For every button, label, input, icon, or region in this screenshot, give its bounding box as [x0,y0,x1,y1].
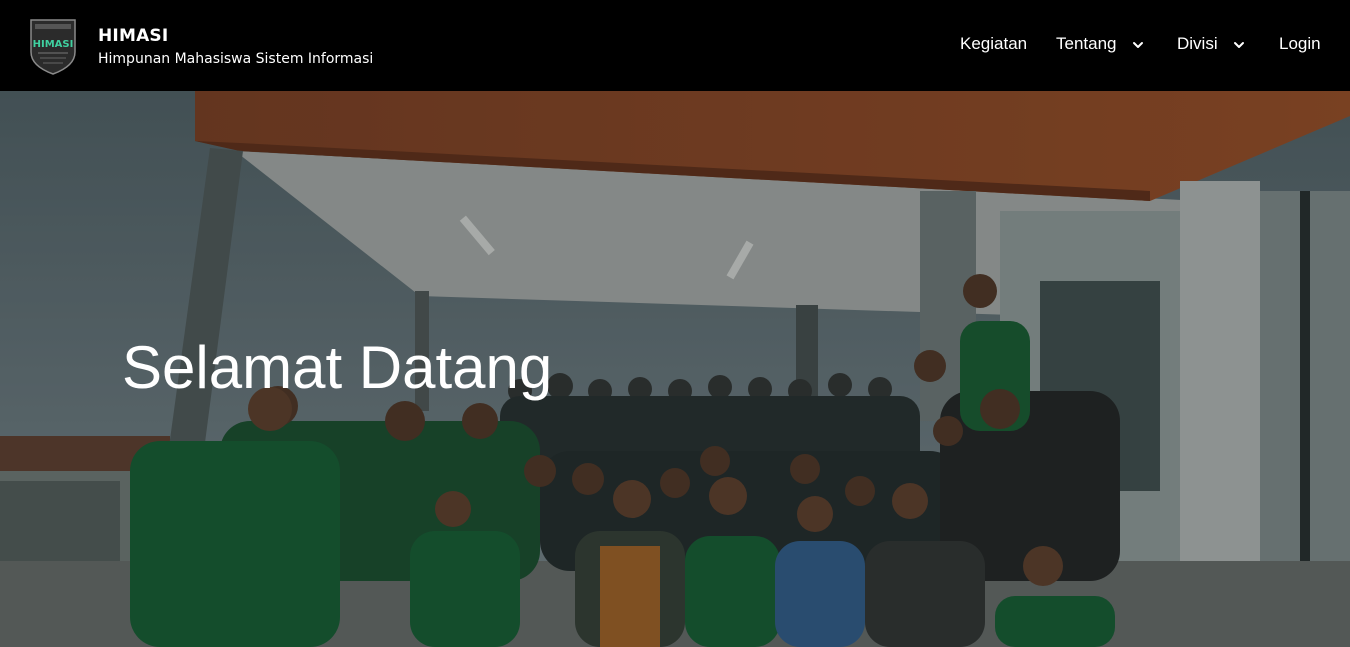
logo-text: HIMASI [33,39,74,50]
navbar: HIMASI HIMASI Himpunan Mahasiswa Sistem … [0,0,1350,91]
hero-section: Selamat Datang [0,91,1350,647]
nav-item-kegiatan[interactable]: Kegiatan [960,34,1027,54]
chevron-down-icon [1232,37,1246,51]
himasi-logo-icon[interactable]: HIMASI [28,18,78,75]
brand-title[interactable]: HIMASI [98,26,168,46]
nav-item-login[interactable]: Login [1279,34,1321,54]
nav-item-label: Kegiatan [960,34,1028,53]
nav-item-label: Tentang [1056,34,1117,53]
nav-item-divisi[interactable]: Divisi [1177,34,1246,54]
hero-heading: Selamat Datang [122,334,553,401]
chevron-down-icon [1131,37,1145,51]
brand-subtitle: Himpunan Mahasiswa Sistem Informasi [98,51,374,67]
nav-item-label: Login [1279,34,1321,53]
nav-item-tentang[interactable]: Tentang [1056,34,1145,54]
nav-item-label: Divisi [1177,34,1218,53]
